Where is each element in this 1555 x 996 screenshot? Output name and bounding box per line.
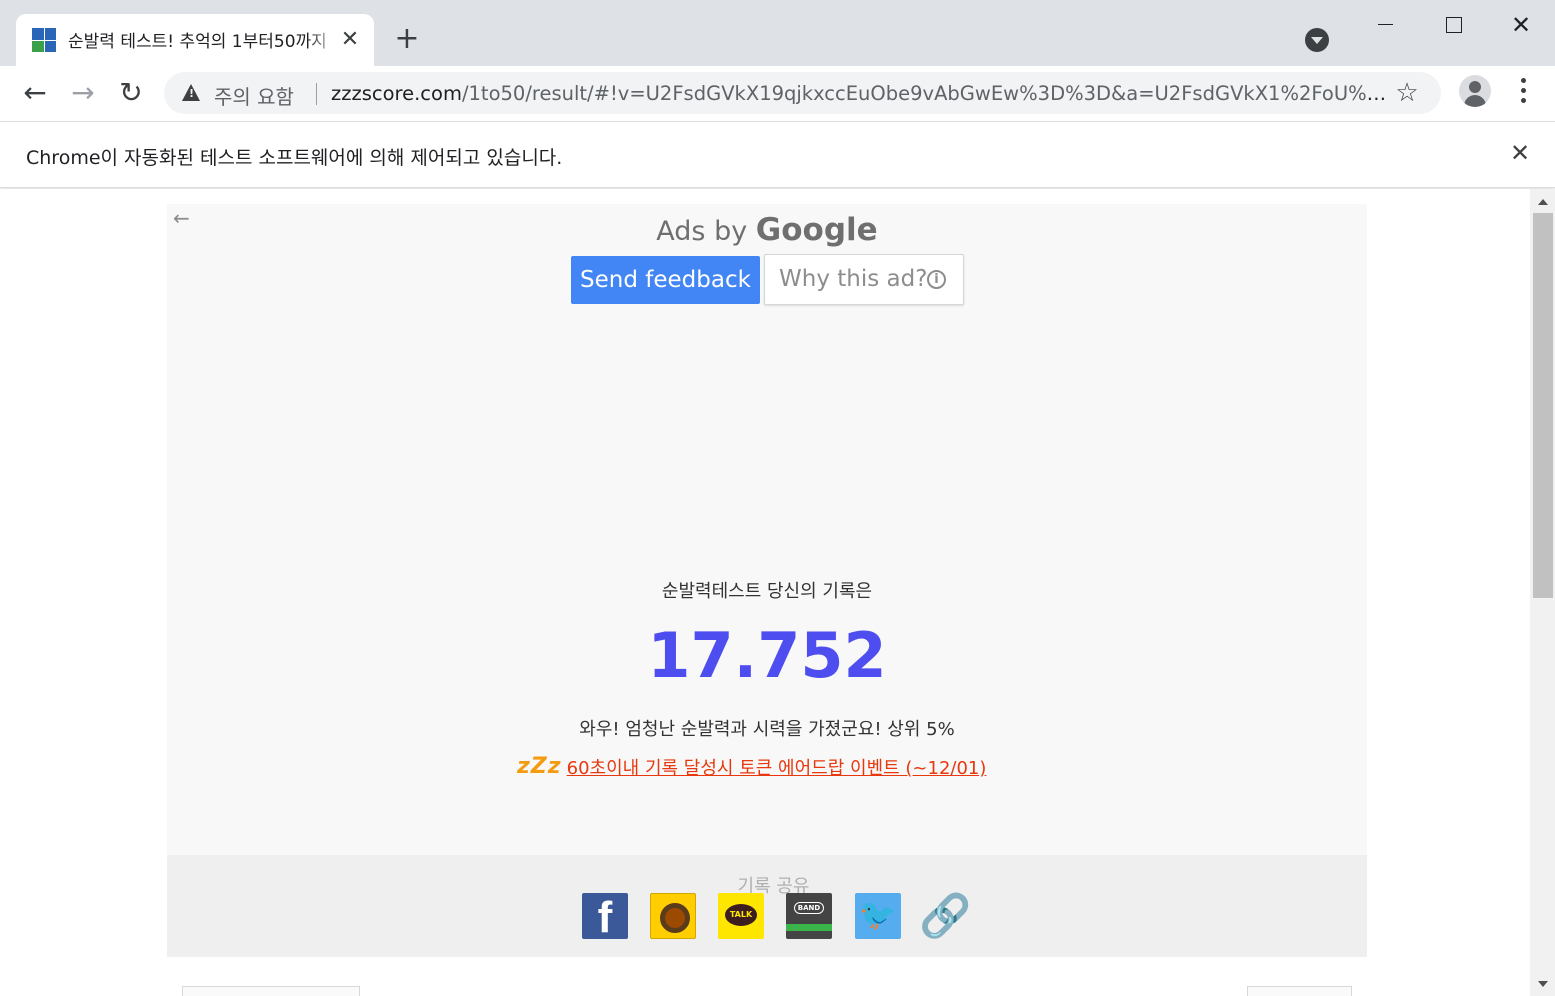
site-favicon-icon bbox=[32, 28, 56, 52]
why-this-ad-label: Why this ad? bbox=[779, 266, 928, 292]
band-label: BAND bbox=[794, 902, 824, 914]
url-text[interactable]: zzzscore.com/1to50/result/#!v=U2FsdGVkX1… bbox=[331, 82, 1391, 105]
window-close-button[interactable]: ✕ bbox=[1498, 8, 1544, 42]
info-icon: i bbox=[927, 270, 946, 289]
bottom-panel-tab[interactable] bbox=[182, 986, 360, 996]
ads-by-google-label: Ads by Google bbox=[167, 212, 1367, 248]
menu-dot bbox=[1521, 88, 1526, 93]
kakaotalk-label: TALK bbox=[725, 904, 757, 926]
band-share-icon[interactable]: BAND bbox=[786, 893, 832, 939]
twitter-share-icon[interactable]: 🐦 bbox=[855, 893, 901, 939]
infobar-message: Chrome이 자동화된 테스트 소프트웨어에 의해 제어되고 있습니다. bbox=[26, 147, 563, 169]
infobar-close-icon[interactable]: ✕ bbox=[1506, 138, 1534, 168]
window-maximize-button[interactable] bbox=[1430, 8, 1476, 42]
copy-link-icon[interactable]: 🔗 bbox=[919, 893, 971, 939]
forward-button[interactable]: → bbox=[65, 76, 101, 112]
why-this-ad-button[interactable]: Why this ad? i bbox=[764, 254, 964, 305]
favicon-cell bbox=[44, 40, 56, 52]
warning-icon[interactable] bbox=[182, 84, 200, 101]
window-minimize-button[interactable] bbox=[1362, 8, 1408, 42]
omnibox-separator bbox=[316, 83, 317, 105]
url-host: zzzscore.com bbox=[331, 82, 462, 105]
bottom-panel-tab[interactable] bbox=[1247, 986, 1352, 996]
favicon-cell bbox=[32, 28, 44, 40]
share-title: 기록 공유 bbox=[737, 876, 810, 897]
address-bar[interactable]: 주의 요함 zzzscore.com/1to50/result/#!v=U2Fs… bbox=[164, 72, 1441, 114]
browser-toolbar: ← → ↻ 주의 요함 zzzscore.com/1to50/result/#!… bbox=[0, 66, 1555, 121]
record-message: 와우! 엄청난 순발력과 시력을 가졌군요! 상위 5% bbox=[579, 719, 955, 740]
tab-close-icon[interactable]: ✕ bbox=[336, 26, 364, 54]
kakaostory-share-icon[interactable] bbox=[650, 893, 696, 939]
automation-infobar: Chrome이 자동화된 테스트 소프트웨어에 의해 제어되고 있습니다. ✕ bbox=[0, 121, 1555, 188]
new-tab-button[interactable]: + bbox=[390, 22, 424, 56]
page-scrollbar[interactable] bbox=[1530, 189, 1555, 996]
ads-by-text: Ads by bbox=[656, 216, 748, 247]
page-content: ← Ads by Google Send feedback Why this a… bbox=[0, 189, 1530, 996]
send-feedback-button[interactable]: Send feedback bbox=[571, 256, 760, 304]
event-link[interactable]: 60초이내 기록 달성시 토큰 에어드랍 이벤트 (~12/01) bbox=[567, 758, 987, 779]
menu-kebab-icon[interactable] bbox=[1508, 78, 1538, 108]
url-path: /1to50/result/#!v=U2FsdGVkX19qjkxccEuObe… bbox=[461, 82, 1391, 105]
kakaotalk-share-icon[interactable]: TALK bbox=[718, 893, 764, 939]
browser-tab[interactable]: 순발력 테스트! 추억의 1부터50까지 ✕ bbox=[16, 14, 374, 66]
menu-dot bbox=[1521, 78, 1526, 83]
record-label: 순발력테스트 당신의 기록은 bbox=[661, 581, 873, 602]
share-section: 기록 공유 f TALK BAND 🐦 🔗 bbox=[167, 855, 1367, 957]
tab-search-icon[interactable] bbox=[1305, 28, 1329, 52]
event-banner[interactable]: zZz 60초이내 기록 달성시 토큰 에어드랍 이벤트 (~12/01) bbox=[517, 754, 986, 784]
profile-avatar-icon[interactable] bbox=[1459, 75, 1491, 107]
tab-title: 순발력 테스트! 추억의 1부터50까지 bbox=[68, 32, 327, 52]
facebook-share-icon[interactable]: f bbox=[582, 893, 628, 942]
favicon-cell bbox=[44, 28, 56, 40]
scroll-down-arrow-icon[interactable] bbox=[1538, 981, 1548, 987]
zzz-logo-icon: zZz bbox=[517, 754, 562, 779]
back-button[interactable]: ← bbox=[17, 76, 53, 112]
menu-dot bbox=[1521, 98, 1526, 103]
bookmark-star-icon[interactable]: ☆ bbox=[1392, 78, 1422, 108]
security-status[interactable]: 주의 요함 bbox=[214, 81, 294, 110]
google-logo: Google bbox=[755, 212, 878, 248]
result-card: ← Ads by Google Send feedback Why this a… bbox=[167, 204, 1367, 856]
band-stripe bbox=[786, 924, 832, 931]
reload-button[interactable]: ↻ bbox=[113, 76, 149, 112]
tab-strip: 순발력 테스트! 추억의 1부터50까지 ✕ + ✕ bbox=[0, 0, 1555, 66]
scroll-thumb[interactable] bbox=[1533, 213, 1553, 598]
record-score: 17.752 bbox=[647, 619, 887, 692]
scroll-up-arrow-icon[interactable] bbox=[1538, 199, 1548, 205]
favicon-cell bbox=[32, 40, 44, 52]
